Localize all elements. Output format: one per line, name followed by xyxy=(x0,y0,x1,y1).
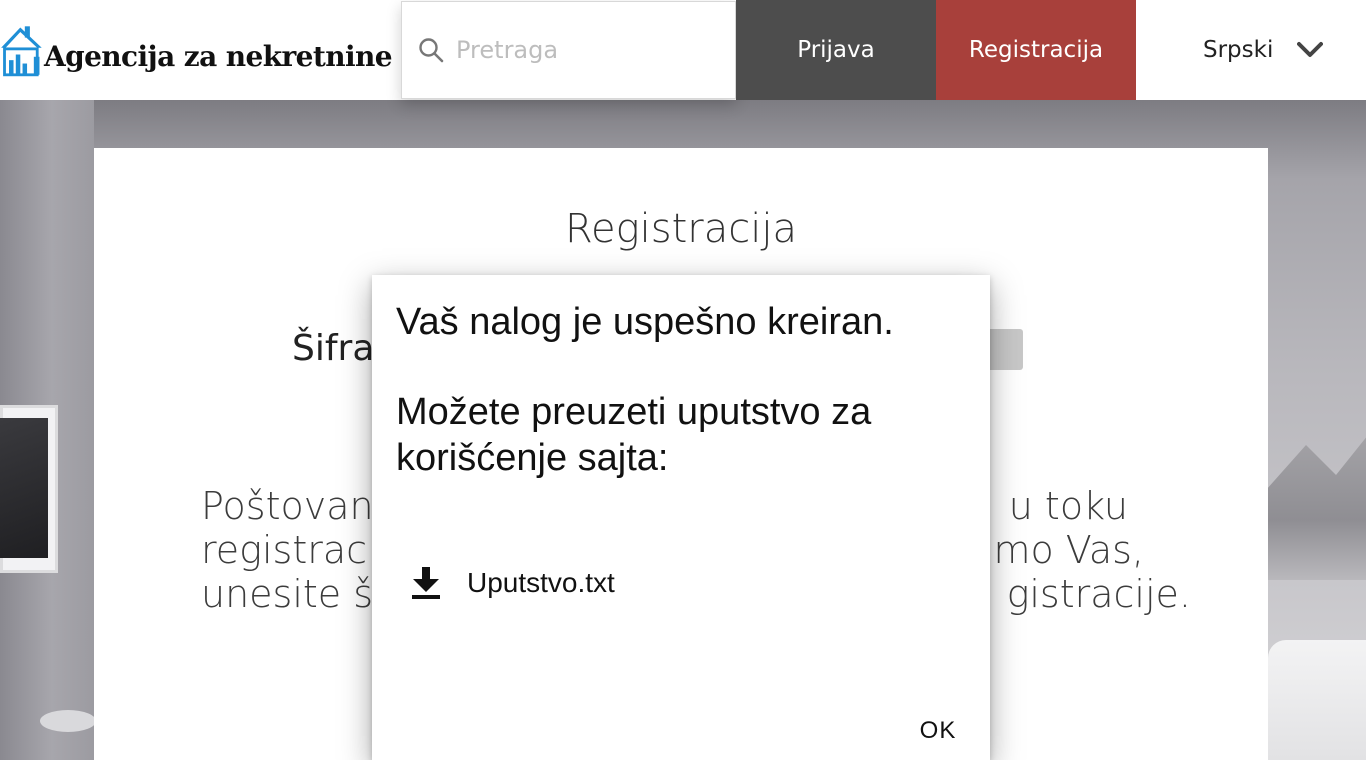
dialog-download-prompt: Možete preuzeti uputstvo za korišćenje s… xyxy=(396,391,872,479)
instructions-line-3-right: gistracije. xyxy=(1006,572,1191,616)
instructions-line-3-left: unesite š xyxy=(201,572,374,616)
background-mountains xyxy=(1266,437,1366,580)
chevron-down-icon xyxy=(1297,42,1324,57)
language-selector[interactable]: Srpski xyxy=(1190,0,1340,100)
instructions-line-2-left: registrac xyxy=(201,528,368,572)
ok-button[interactable]: OK xyxy=(908,711,968,751)
code-label: Šifra xyxy=(292,328,375,369)
background-table xyxy=(40,710,96,732)
search-icon xyxy=(419,38,444,63)
search-input[interactable] xyxy=(456,36,716,64)
instructions-line-2-right: mo Vas, xyxy=(993,528,1144,572)
download-link[interactable]: Uputstvo.txt xyxy=(408,559,615,607)
house-logo-icon xyxy=(1,26,42,77)
site-header: Agencija za nekretnine Prijava Registrac… xyxy=(0,0,1366,100)
download-icon xyxy=(412,567,440,599)
download-filename: Uputstvo.txt xyxy=(467,567,615,598)
background-sofa xyxy=(1268,640,1366,760)
register-button[interactable]: Registracija xyxy=(936,0,1136,100)
page-title: Registracija xyxy=(565,206,797,252)
search-box[interactable] xyxy=(401,1,736,99)
instructions-line-1-right: u toku xyxy=(1008,484,1128,528)
site-logo[interactable]: Agencija za nekretnine xyxy=(0,0,393,100)
login-button[interactable]: Prijava xyxy=(736,0,936,100)
background-tv-screen xyxy=(0,418,48,558)
dialog-success-message: Vaš nalog je uspešno kreiran. xyxy=(396,301,894,343)
instructions-line-1-left: Poštovan xyxy=(201,484,374,528)
language-label: Srpski xyxy=(1203,37,1274,63)
logo-text: Agencija za nekretnine xyxy=(43,39,393,73)
success-dialog: Vaš nalog je uspešno kreiran. Možete pre… xyxy=(372,275,990,760)
